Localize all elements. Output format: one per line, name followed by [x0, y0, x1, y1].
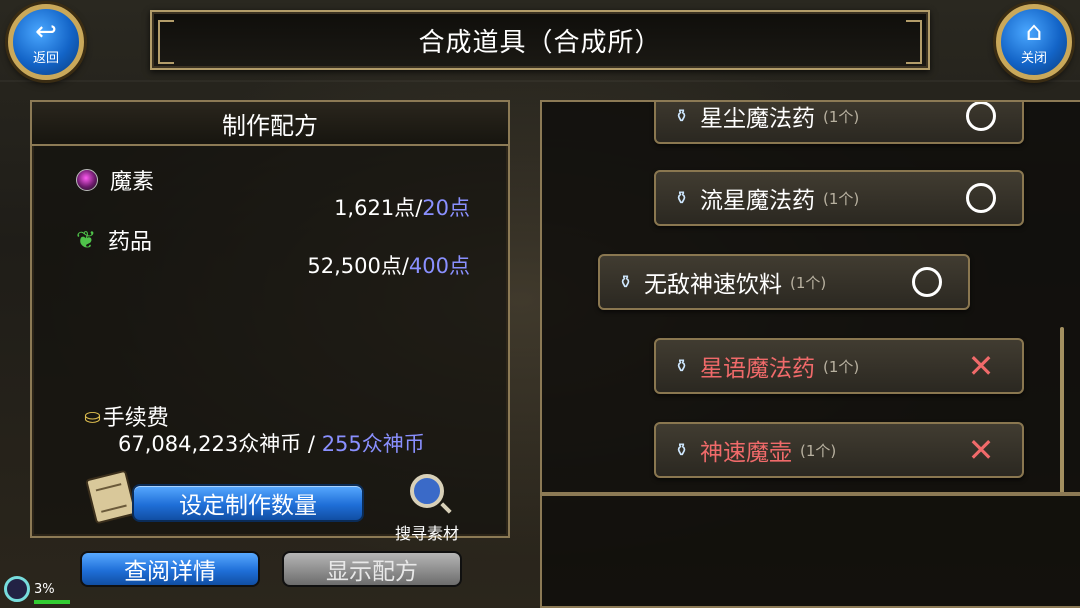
coins-icon: ⛀: [84, 404, 101, 428]
item-name: 星语魔法药: [700, 356, 815, 382]
recipe-panel: 制作配方 魔素 1,621点/20点 ❦ 药品 52,500点/400点 ⛀ 手…: [30, 100, 510, 543]
show-recipe-button[interactable]: 显示配方: [282, 551, 462, 587]
home-icon: ⌂: [1025, 16, 1043, 47]
list-item-selected[interactable]: ⚱ 无敌神速饮料 (1个): [598, 254, 970, 310]
background-beam: [0, 80, 1080, 82]
list-scrollbar[interactable]: [1060, 327, 1064, 492]
material-name: 药品: [108, 230, 153, 255]
title-bar: 合成道具（合成所）: [150, 10, 930, 70]
item-name: 流星魔法药: [700, 188, 815, 214]
potion-icon: ⚱: [674, 439, 690, 461]
list-item[interactable]: ⚱ 星语魔法药 (1个) ✕: [654, 338, 1024, 394]
item-count: (1个): [823, 189, 860, 208]
material-have: 52,500点: [307, 254, 402, 278]
available-circle-icon: [966, 102, 996, 131]
search-materials-button[interactable]: 搜寻素材: [382, 474, 472, 544]
available-circle-icon: [912, 267, 942, 297]
material-name: 魔素: [110, 170, 155, 195]
search-materials-label: 搜寻素材: [394, 524, 459, 543]
item-name: 无敌神速饮料: [644, 272, 782, 298]
item-name: 神速魔壶: [700, 440, 792, 466]
magnifier-icon: [410, 474, 444, 508]
fee-amount: 67,084,223众神币 / 255众神币: [118, 428, 425, 458]
material-have: 1,621点: [334, 196, 416, 220]
view-details-button[interactable]: 查阅详情: [80, 551, 260, 587]
available-circle-icon: [966, 183, 996, 213]
list-item[interactable]: ⚱ 流星魔法药 (1个): [654, 170, 1024, 226]
herb-icon: ❦: [76, 226, 97, 254]
potion-icon: ⚱: [674, 355, 690, 377]
fee-separator: /: [301, 432, 322, 456]
material-need: 400点: [408, 254, 470, 278]
item-list-panel[interactable]: ⚱ 星尘魔法药 (1个) ⚱ 流星魔法药 (1个) ⚱ 无敌神速饮料 (1个) …: [540, 100, 1080, 494]
list-item[interactable]: ⚱ 神速魔壶 (1个) ✕: [654, 422, 1024, 478]
item-name: 星尘魔法药: [700, 106, 815, 132]
back-button[interactable]: ↩ 返回: [8, 4, 84, 80]
window-title: 合成道具（合成所）: [418, 27, 662, 58]
amount-separator: /: [401, 254, 409, 278]
item-count: (1个): [800, 441, 837, 460]
material-row: ❦ 药品: [76, 224, 152, 256]
status-bar: [34, 600, 70, 604]
close-button[interactable]: ⌂ 关闭: [996, 4, 1072, 80]
set-quantity-button[interactable]: 设定制作数量: [132, 484, 364, 522]
fee-have: 67,084,223众神币: [118, 432, 302, 456]
back-label: 返回: [32, 50, 59, 66]
list-item[interactable]: ⚱ 星尘魔法药 (1个): [654, 102, 1024, 144]
return-arrow-icon: ↩: [35, 16, 57, 47]
potion-icon: ⚱: [618, 271, 634, 293]
fee-need: 255众神币: [321, 432, 425, 456]
potion-icon: ⚱: [674, 105, 690, 127]
material-row: 魔素: [76, 164, 154, 196]
material-amount: 52,500点/400点: [307, 250, 470, 280]
status-indicator: 3%: [4, 576, 55, 602]
material-amount: 1,621点/20点: [334, 192, 470, 222]
material-need: 20点: [422, 196, 470, 220]
status-ring-icon: [4, 576, 30, 602]
potion-icon: ⚱: [674, 187, 690, 209]
recipe-header: 制作配方: [32, 102, 508, 146]
item-count: (1个): [823, 107, 860, 126]
item-count: (1个): [823, 357, 860, 376]
item-count: (1个): [790, 273, 827, 292]
dark-orb-icon: [76, 169, 98, 191]
unavailable-x-icon: ✕: [967, 431, 995, 469]
clipboard-icon: [85, 469, 137, 525]
item-detail-panel: [540, 494, 1080, 608]
close-label: 关闭: [1020, 50, 1047, 66]
unavailable-x-icon: ✕: [967, 347, 995, 385]
status-percent: 3%: [34, 581, 55, 597]
